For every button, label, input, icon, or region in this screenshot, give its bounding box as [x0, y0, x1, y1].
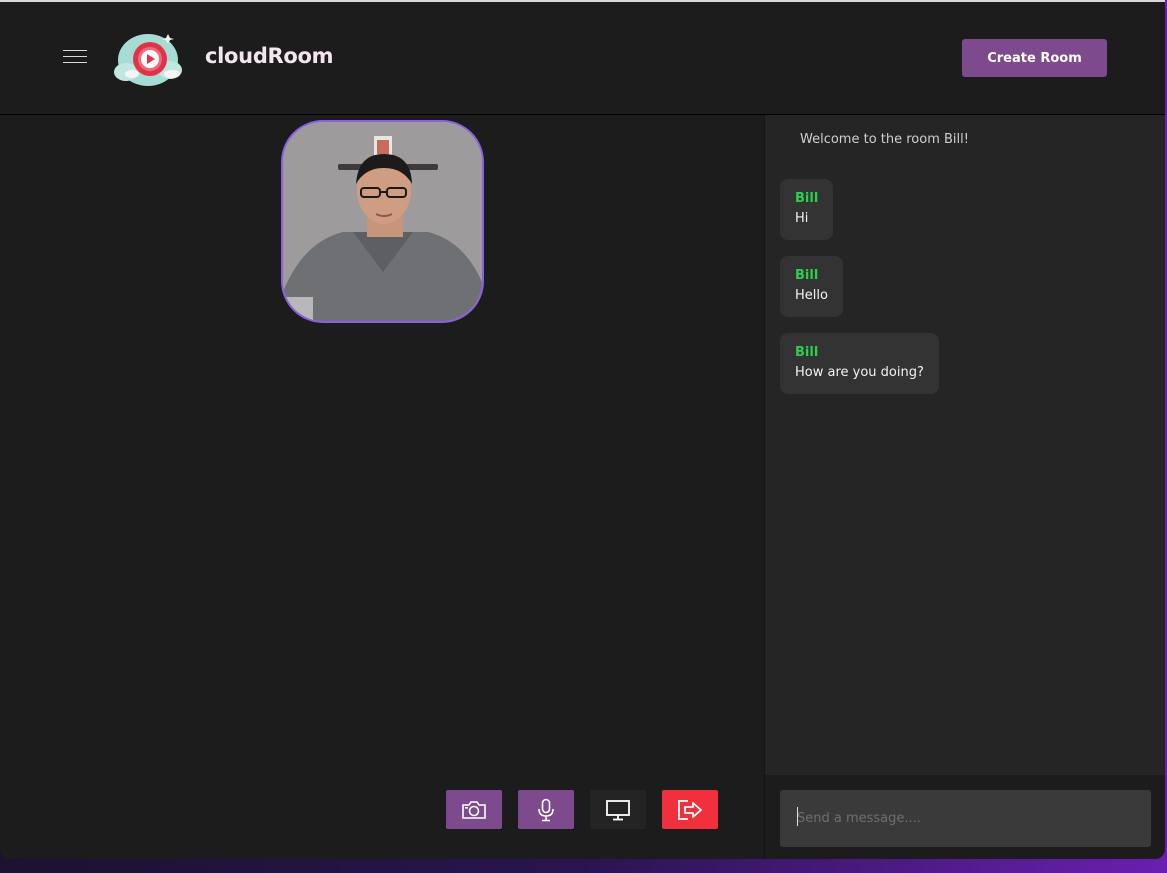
screen-share-icon: [606, 799, 630, 820]
participant-video: [281, 120, 484, 323]
brand-name: cloudRoom: [205, 44, 334, 68]
chat-message: Bill Hello: [780, 256, 843, 317]
chat-input-bar: [765, 775, 1165, 859]
message-input[interactable]: [780, 790, 1151, 847]
menu-icon[interactable]: [63, 48, 87, 64]
message-sender: Bill: [795, 345, 819, 360]
message-text: How are you doing?: [795, 365, 924, 380]
microphone-icon: [538, 798, 554, 821]
cloudroom-logo: [114, 34, 182, 86]
text-caret: [797, 807, 798, 826]
video-area: [0, 115, 764, 859]
message-text: Hello: [795, 288, 828, 303]
chat-message: Bill Hi: [780, 179, 834, 240]
leave-room-icon: [678, 799, 702, 820]
create-room-button[interactable]: Create Room: [962, 39, 1107, 77]
message-text: Hi: [795, 211, 809, 226]
message-sender: Bill: [795, 268, 819, 283]
top-bar: cloudRoom Create Room: [0, 2, 1165, 115]
chat-message: Bill How are you doing?: [780, 333, 939, 394]
message-sender: Bill: [795, 191, 819, 206]
message-list: Bill Hi Bill Hello Bill How are you doin…: [780, 179, 939, 410]
welcome-message: Welcome to the room Bill!: [800, 132, 969, 147]
camera-button[interactable]: [446, 790, 502, 829]
screen-share-button[interactable]: [590, 790, 646, 829]
participant-video-feed-icon: [283, 122, 482, 321]
app-window: cloudRoom Create Room Welcome to the roo…: [0, 0, 1165, 859]
camera-icon: [462, 800, 486, 819]
leave-room-button[interactable]: [662, 790, 718, 829]
microphone-button[interactable]: [518, 790, 574, 829]
chat-panel: Welcome to the room Bill! Bill Hi Bill H…: [764, 115, 1165, 859]
call-controls: [446, 790, 718, 829]
